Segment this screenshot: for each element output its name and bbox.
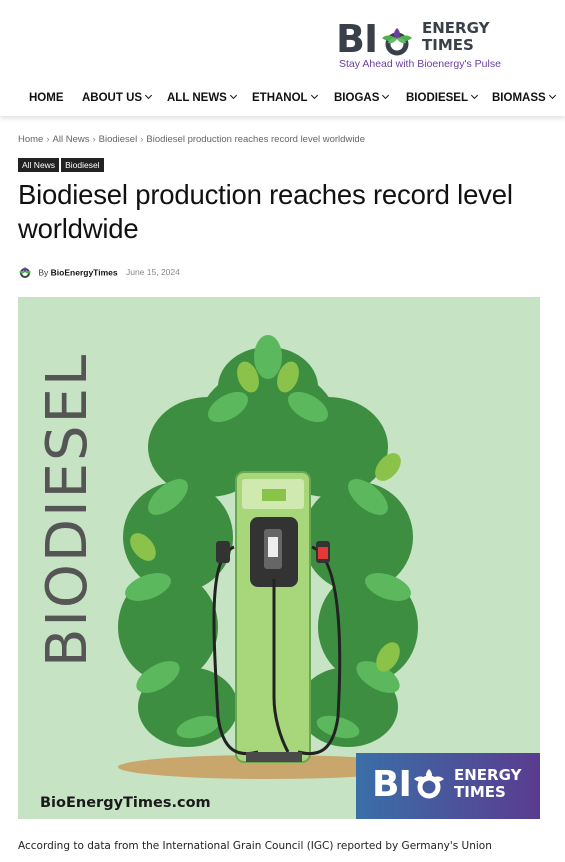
avatar[interactable] [18, 266, 32, 280]
chevron-down-icon [548, 91, 556, 100]
nav-item-label: ETHANOL [252, 92, 308, 104]
image-brand-energy: ENERGY TIMES [454, 767, 521, 801]
nav-item-label: BIOGAS [334, 92, 380, 104]
site-tagline: Stay Ahead with Bioenergy's Pulse [339, 58, 501, 70]
logo-energy-line2: TIMES [422, 36, 474, 54]
category-tags: All News Biodiesel [18, 155, 106, 173]
nav-item-label: BIOMASS [492, 92, 546, 104]
article-first-paragraph: According to data from the International… [18, 840, 492, 852]
chevron-down-icon [310, 91, 318, 100]
author-meta: By BioEnergyTimes June 15, 2024 [18, 266, 180, 280]
image-brand-badge: BI ENERGY TIMES [356, 753, 540, 819]
breadcrumb-biodiesel[interactable]: Biodiesel [99, 134, 138, 145]
logo-energy-line1: ENERGY [422, 19, 490, 37]
author-prefix: By [38, 267, 49, 278]
tag-biodiesel[interactable]: Biodiesel [61, 158, 104, 172]
nav-item-home[interactable]: HOME [29, 92, 64, 104]
breadcrumb-current: Biodiesel production reaches record leve… [146, 134, 365, 145]
nav-item-label: BIODIESEL [406, 92, 468, 104]
chevron-down-icon [470, 91, 479, 100]
chevron-down-icon [229, 91, 237, 100]
nav-item-label: HOME [29, 92, 64, 104]
image-brand-energy-line1: ENERGY [454, 766, 522, 784]
nav-item-label: ALL NEWS [167, 92, 227, 104]
image-vertical-word: BIODIESEL [35, 353, 100, 667]
nav-item-all-news[interactable]: ALL NEWS [167, 91, 237, 104]
chevron-down-icon [382, 91, 390, 100]
article-date: June 15, 2024 [125, 267, 180, 278]
logo-leaf-icon [382, 28, 412, 56]
image-brand-energy-line2: TIMES [454, 783, 506, 801]
logo-energy-text: ENERGY TIMES [422, 20, 489, 54]
image-brand-bio: BI [372, 764, 412, 805]
main-nav: HOME ABOUT US ALL NEWS ETHANOL BIOGAS BI… [0, 84, 565, 116]
nav-item-biogas[interactable]: BIOGAS [334, 91, 390, 104]
breadcrumb-all-news[interactable]: All News [53, 134, 90, 145]
site-logo[interactable]: BI ENERGY TIMES Stay Ahead with Bioenerg… [336, 12, 516, 72]
breadcrumb-home[interactable]: Home [18, 134, 43, 145]
nav-item-label: ABOUT US [82, 92, 143, 104]
image-word-text: BIODIESEL [35, 353, 100, 667]
featured-image: BIODIESEL BioEnergyTimes.com BI ENERGY T… [18, 297, 540, 819]
nav-item-biodiesel[interactable]: BIODIESEL [406, 91, 479, 104]
breadcrumb: Home › All News › Biodiesel › Biodiesel produc… [18, 134, 365, 145]
author-name[interactable]: BioEnergyTimes [51, 267, 118, 277]
breadcrumb-separator: › [140, 134, 144, 145]
breadcrumb-separator: › [46, 134, 50, 145]
breadcrumb-separator: › [92, 134, 96, 145]
article-title: Biodiesel production reaches record leve… [18, 179, 513, 244]
nav-item-ethanol[interactable]: ETHANOL [252, 91, 318, 104]
nav-item-about-us[interactable]: ABOUT US [82, 91, 153, 104]
tag-all-news[interactable]: All News [18, 158, 60, 172]
image-site-url: BioEnergyTimes.com [40, 795, 211, 811]
nav-item-biomass[interactable]: BIOMASS [492, 91, 556, 104]
image-brand-leaf-icon [414, 769, 444, 799]
chevron-down-icon [145, 91, 153, 100]
logo-bio-text: BI [336, 17, 378, 61]
